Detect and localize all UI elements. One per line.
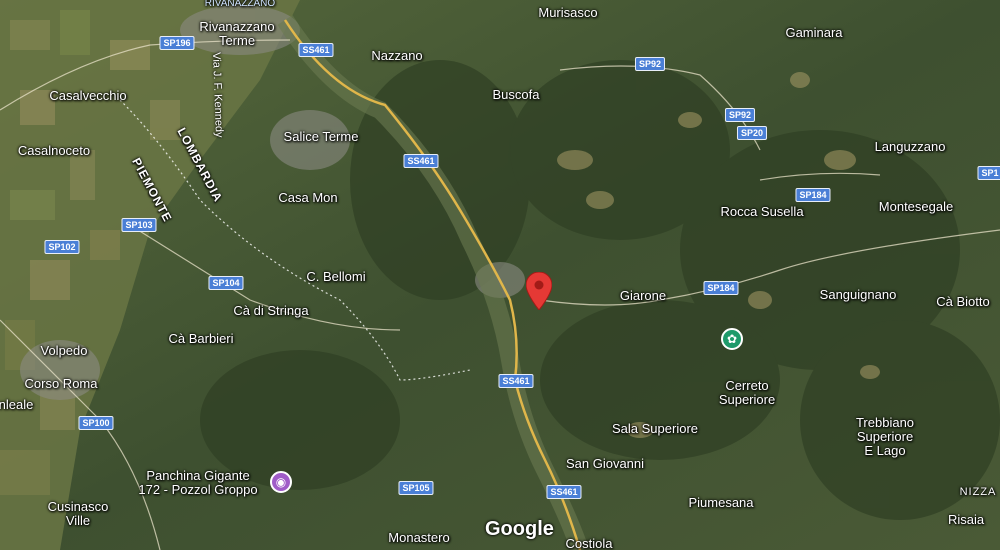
label-sala-superiore: Sala Superiore [612, 421, 698, 436]
label-piumesana: Piumesana [688, 495, 754, 510]
label-rocca-susella: Rocca Susella [720, 204, 804, 219]
label-sanguignano: Sanguignano [819, 287, 897, 302]
road-shield-sp20: SP20 [736, 126, 768, 140]
label-buscofa: Buscofa [492, 87, 540, 102]
label-cerreto-superiore: Cerreto Superiore [718, 378, 776, 407]
google-logo: Google [485, 518, 554, 540]
label-languzzano: Languzzano [874, 139, 946, 154]
road-shield-sp184: SP184 [703, 281, 739, 295]
road-shield-sp102: SP102 [44, 240, 80, 254]
road-shield-ss461: SS461 [546, 485, 582, 499]
map-canvas[interactable]: RIVANAZZANO Rivanazzano Terme Murisasco … [0, 0, 1000, 550]
label-murisasco: Murisasco [538, 5, 598, 20]
label-salice-terme: Salice Terme [283, 129, 359, 144]
label-nazzano: Nazzano [371, 48, 423, 63]
label-nleale: nleale [0, 397, 34, 412]
road-shield-sp104: SP104 [208, 276, 244, 290]
label-montesegale: Montesegale [878, 199, 954, 214]
road-shield-sp92: SP92 [634, 57, 666, 71]
road-shield-sp184: SP184 [795, 188, 831, 202]
road-shield-sp100: SP100 [78, 416, 114, 430]
location-pin-icon[interactable] [526, 272, 552, 310]
road-shield-ss461: SS461 [498, 374, 534, 388]
label-ca-barbieri: Cà Barbieri [168, 331, 234, 346]
road-shield-sp105: SP105 [398, 481, 434, 495]
label-ca-biotto: Cà Biotto [936, 294, 990, 309]
label-nizza: NIZZA [959, 486, 997, 498]
label-costiola: Costiola [565, 536, 613, 550]
label-casalnoceto: Casalnoceto [17, 143, 91, 158]
label-trebbiano: Trebbiano Superiore E Lago [855, 415, 915, 458]
camera-poi-icon[interactable]: ◉ [270, 471, 292, 493]
label-corso-roma: Corso Roma [24, 376, 98, 391]
label-cusinasco-ville: Cusinasco Ville [47, 499, 109, 528]
road-shield-ss461: SS461 [403, 154, 439, 168]
label-san-giovanni: San Giovanni [565, 456, 645, 471]
label-risaia: Risaia [947, 512, 985, 527]
road-shield-sp196: SP196 [159, 36, 195, 50]
road-shield-sp92: SP92 [724, 108, 756, 122]
label-monastero: Monastero [388, 530, 450, 545]
label-panchina-gigante: Panchina Gigante 172 - Pozzol Groppo [138, 468, 258, 497]
label-gaminara: Gaminara [785, 25, 843, 40]
park-poi-icon[interactable]: ✿ [721, 328, 743, 350]
label-casa-mon: Casa Mon [278, 190, 338, 205]
road-shield-ss461: SS461 [298, 43, 334, 57]
label-c-bellomi: C. Bellomi [306, 269, 366, 284]
label-rivanazzano-terme: Rivanazzano Terme [199, 19, 275, 48]
label-ca-di-stringa: Cà di Stringa [233, 303, 309, 318]
label-casalvecchio: Casalvecchio [49, 88, 127, 103]
label-volpedo: Volpedo [40, 343, 88, 358]
label-rivanazzano: RIVANAZZANO [204, 0, 276, 9]
road-shield-sp103: SP103 [121, 218, 157, 232]
label-giarone: Giarone [619, 288, 667, 303]
road-shield-sp1: SP1 [977, 166, 1000, 180]
